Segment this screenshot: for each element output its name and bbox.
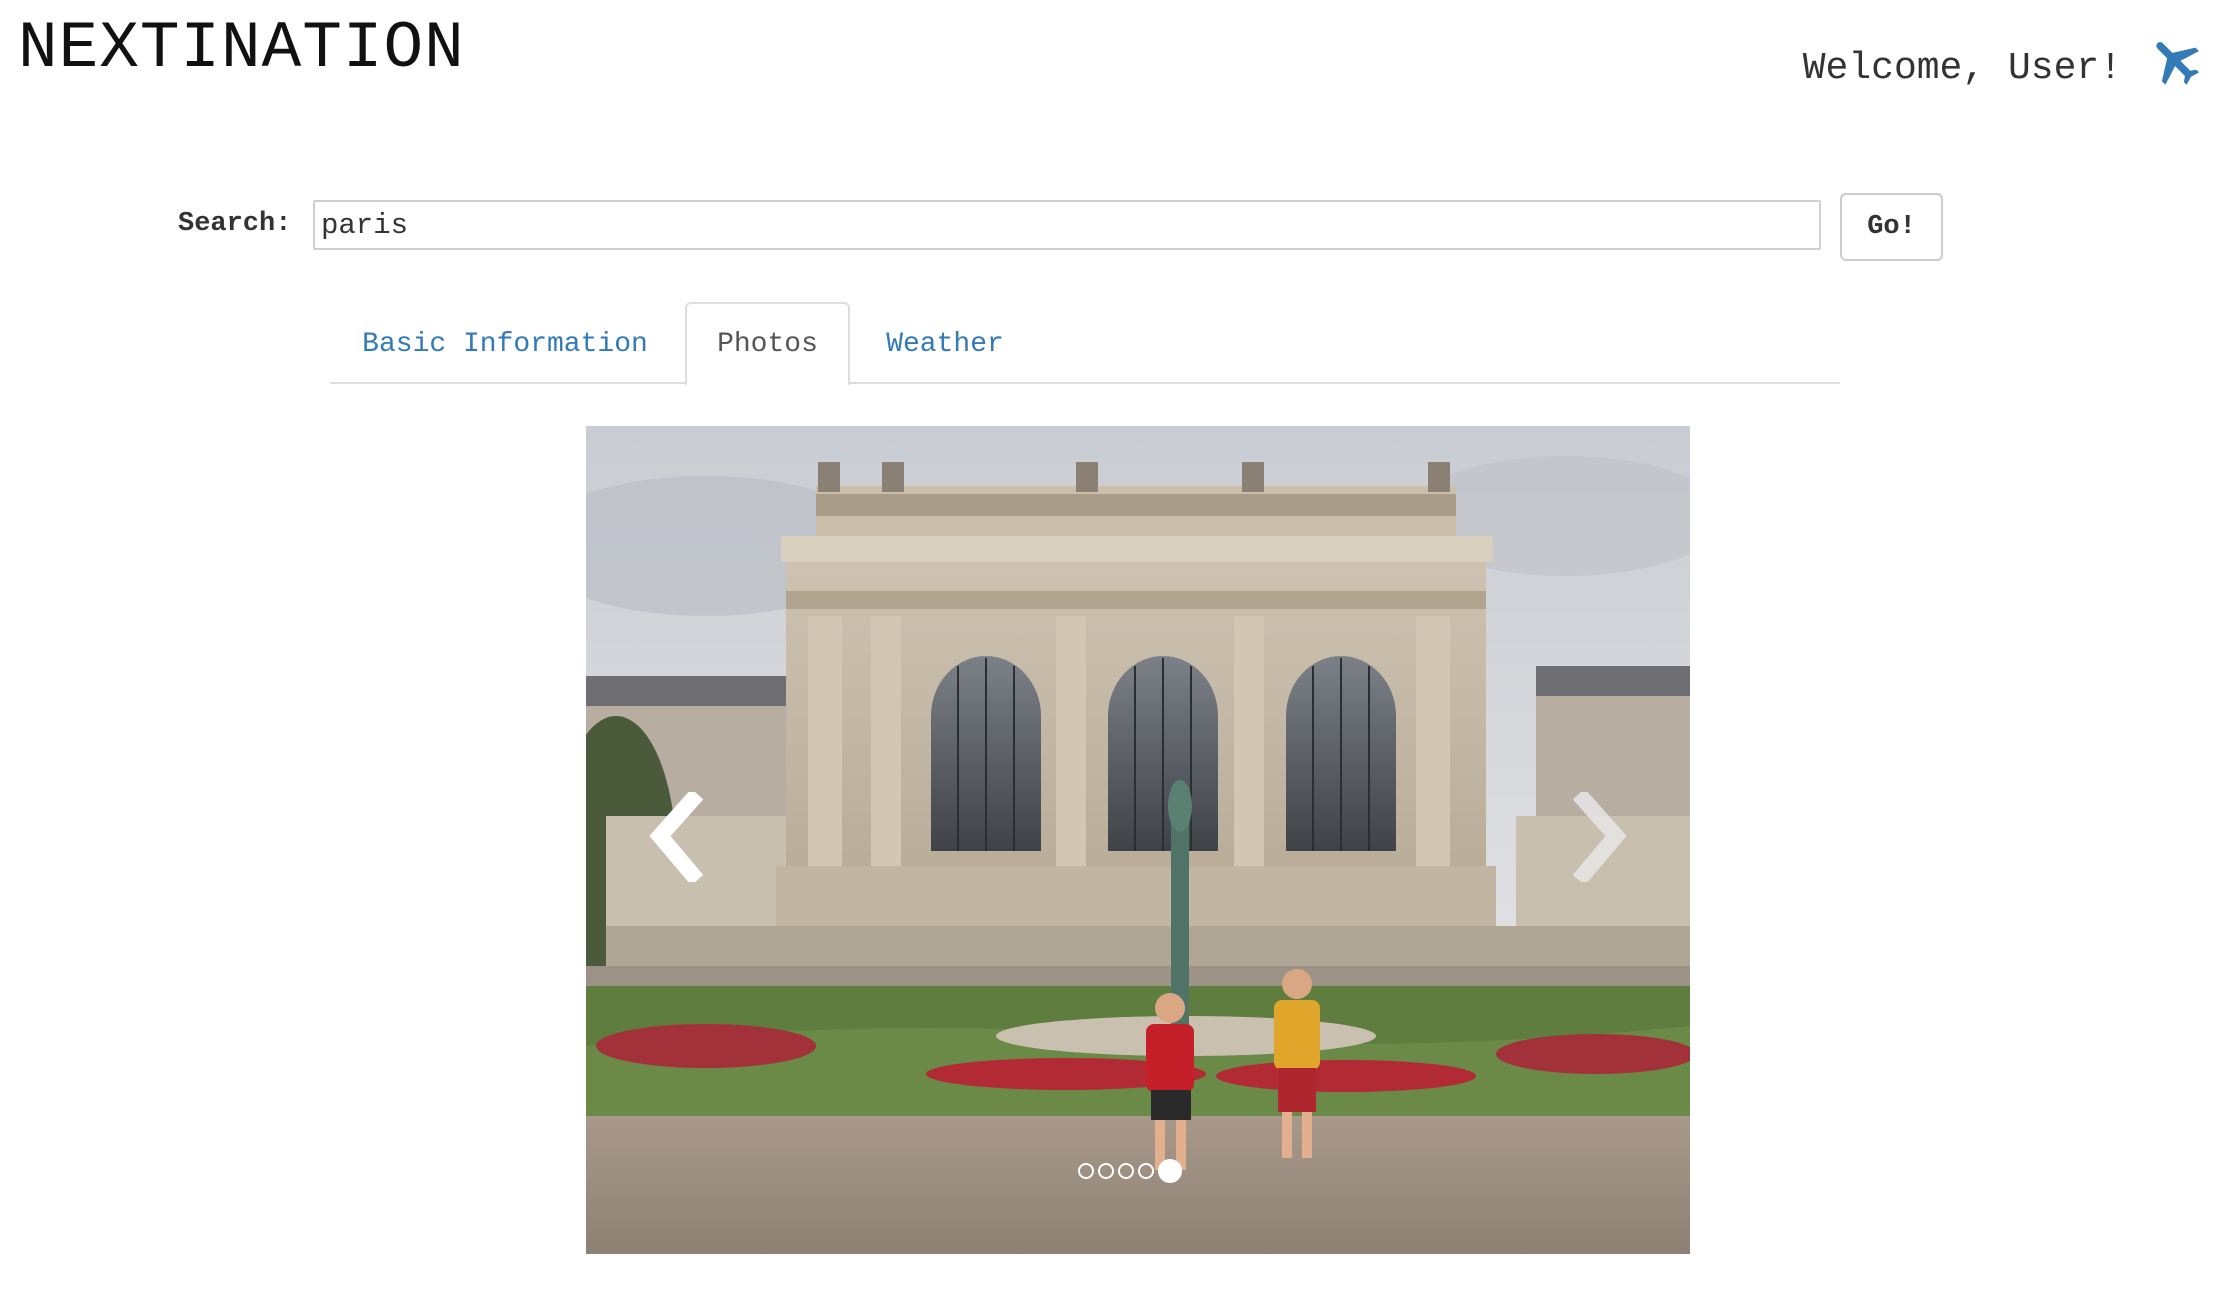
- tab-weather[interactable]: Weather: [855, 302, 1035, 384]
- carousel-dot-2[interactable]: [1098, 1163, 1114, 1179]
- carousel-dot-3[interactable]: [1118, 1163, 1134, 1179]
- chevron-left-icon[interactable]: [636, 792, 716, 882]
- search-label: Search:: [178, 209, 292, 239]
- app-root: NEXTINATION Welcome, User! Search: Go! B…: [0, 0, 2232, 1312]
- welcome-message: Welcome, User!: [1802, 47, 2122, 90]
- carousel-indicators: [1078, 1158, 1182, 1184]
- carousel-photo: [586, 426, 1690, 1254]
- tab-photos[interactable]: Photos: [685, 302, 850, 386]
- photo-carousel[interactable]: [586, 426, 1690, 1254]
- airplane-icon[interactable]: [2146, 30, 2206, 90]
- go-button[interactable]: Go!: [1840, 193, 1943, 261]
- carousel-dot-5[interactable]: [1158, 1159, 1182, 1183]
- carousel-dot-1[interactable]: [1078, 1163, 1094, 1179]
- tab-bar: Basic Information Photos Weather: [330, 302, 1840, 386]
- brand-logo[interactable]: NEXTINATION: [18, 8, 465, 90]
- tab-basic-information[interactable]: Basic Information: [330, 302, 680, 384]
- search-input[interactable]: [313, 200, 1821, 250]
- chevron-right-icon[interactable]: [1560, 792, 1640, 882]
- carousel-dot-4[interactable]: [1138, 1163, 1154, 1179]
